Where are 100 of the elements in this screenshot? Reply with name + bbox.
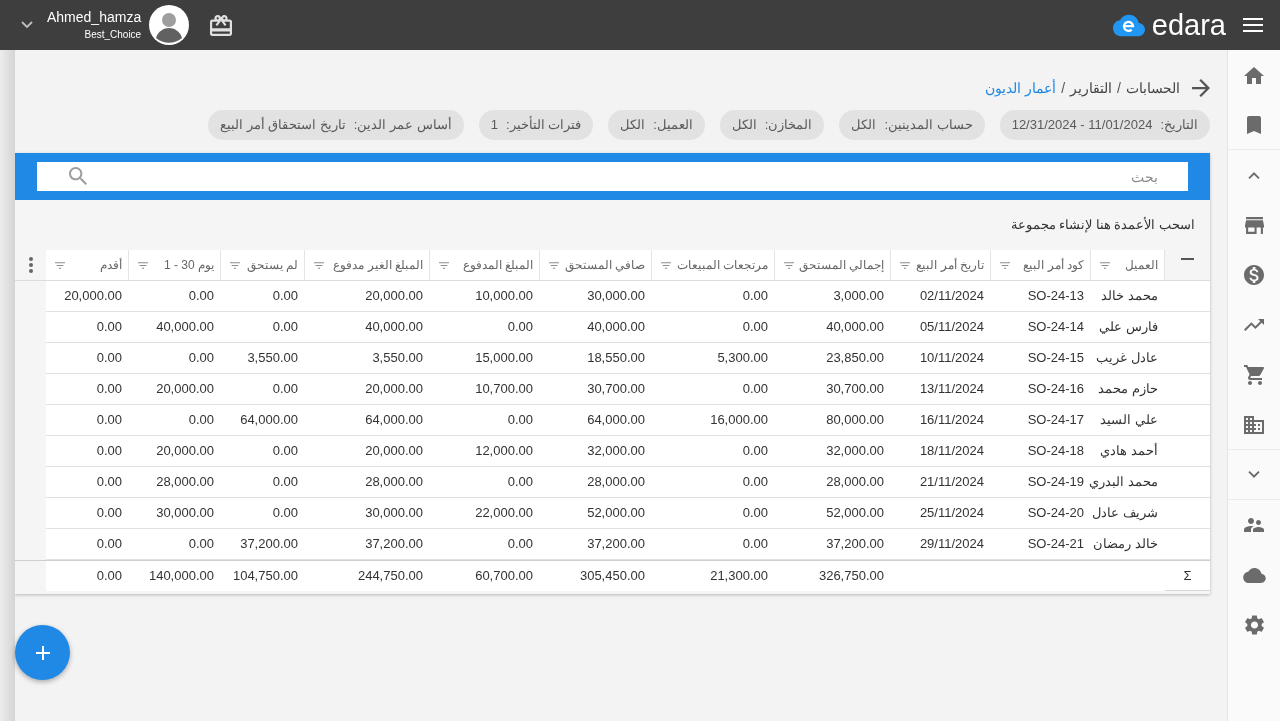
table-cell-text: 20,000.00 xyxy=(155,380,215,399)
building-icon[interactable] xyxy=(1244,415,1264,434)
table-cell-text: 5,300.00 xyxy=(716,349,769,368)
table-cell-text: 28,000.00 xyxy=(155,473,215,492)
column-header[interactable]: لم يستحق xyxy=(221,250,305,280)
table-cell-text: 0.00 xyxy=(95,535,123,554)
table-cell-text: 10,000.00 xyxy=(474,287,534,306)
table-cell-text: 37,200.00 xyxy=(586,535,646,554)
filter-icon[interactable] xyxy=(138,261,148,269)
column-header[interactable]: تاريخ أمر البيع xyxy=(891,250,991,280)
filter-chip[interactable]: المخازن: الكل xyxy=(719,110,825,140)
sum-label: Σ xyxy=(1165,561,1210,591)
column-header[interactable]: المبلغ المدفوع xyxy=(430,250,540,280)
table-cell-text: 18/11/2024 xyxy=(918,442,985,461)
table-cell-text: محمد خالد xyxy=(1100,287,1159,306)
filter-icon[interactable] xyxy=(230,261,240,269)
filter-chip[interactable]: العميل: الكل xyxy=(608,110,705,140)
table-cell-text: 30,000.00 xyxy=(364,504,424,523)
gift-icon[interactable] xyxy=(210,14,233,36)
total-cell-text: 104,750.00 xyxy=(231,567,299,586)
filter-chip[interactable]: أساس عمر الدين: تاريخ استحقاق أمر البيع xyxy=(208,110,464,140)
trending-up-icon[interactable] xyxy=(1244,319,1264,331)
filter-icon[interactable] xyxy=(549,261,559,269)
column-header[interactable]: أقدم xyxy=(46,250,129,280)
table-cell-text: SO-24-20 xyxy=(1026,504,1085,523)
column-header[interactable]: العميل xyxy=(1091,250,1165,280)
breadcrumb-link[interactable]: الحسابات xyxy=(1126,77,1180,99)
add-button[interactable] xyxy=(15,625,70,680)
table-cell-text: 30,000.00 xyxy=(586,287,646,306)
filter-icon[interactable] xyxy=(784,261,794,269)
people-icon[interactable] xyxy=(1244,518,1264,532)
filter-icon[interactable] xyxy=(1000,261,1010,269)
table-cell-text: عادل غريب xyxy=(1095,349,1159,368)
table-cell-text: 0.00 xyxy=(271,473,299,492)
search-icon[interactable] xyxy=(69,167,87,185)
home-icon[interactable] xyxy=(1244,66,1264,84)
breadcrumb-link[interactable]: أعمار الديون xyxy=(985,77,1057,99)
dollar-icon[interactable] xyxy=(1244,265,1264,285)
store-icon[interactable] xyxy=(1244,216,1264,234)
table-cell-text: 25/11/2024 xyxy=(918,504,985,523)
search-field[interactable]: بحث xyxy=(37,162,1188,191)
table-cell-text: 02/11/2024 xyxy=(918,287,985,306)
table-cell-text: 16,000.00 xyxy=(709,411,769,430)
table-cell-text: 0.00 xyxy=(95,318,123,337)
total-cell-text: 60,700.00 xyxy=(474,567,534,586)
column-header[interactable]: مرتجعات المبيعات xyxy=(652,250,775,280)
company-name: Best_Choice xyxy=(84,29,142,41)
table-cell-text: 0.00 xyxy=(95,504,123,523)
table-cell-text: SO-24-16 xyxy=(1026,380,1085,399)
table-cell-text: 05/11/2024 xyxy=(918,318,985,337)
table-cell-text: SO-24-15 xyxy=(1026,349,1085,368)
menu-icon[interactable] xyxy=(1243,18,1263,32)
breadcrumb-link[interactable]: التقارير xyxy=(1070,77,1113,99)
table-cell-text: 0.00 xyxy=(741,318,769,337)
user-avatar[interactable] xyxy=(149,5,190,45)
total-cell-text: 21,300.00 xyxy=(709,567,769,586)
table-cell-text: 32,000.00 xyxy=(586,442,646,461)
filter-icon[interactable] xyxy=(900,261,910,269)
table-cell-text: 3,550.00 xyxy=(371,349,424,368)
settings-icon[interactable] xyxy=(1244,615,1264,635)
user-name[interactable]: Ahmed_hamza xyxy=(47,9,142,25)
table-cell-text: فارس علي xyxy=(1098,318,1159,337)
arrow-right-icon[interactable] xyxy=(1192,79,1210,97)
table-cell-text: 23,850.00 xyxy=(825,349,885,368)
table-cell-text: 0.00 xyxy=(741,287,769,306)
table-cell-text: حازم محمد xyxy=(1097,380,1159,399)
filter-icon[interactable] xyxy=(439,261,449,269)
table-cell-text: 0.00 xyxy=(95,442,123,461)
column-menu-icon[interactable] xyxy=(28,257,33,273)
column-header[interactable]: كود أمر البيع xyxy=(991,250,1091,280)
chevron-down-icon[interactable] xyxy=(1248,471,1260,478)
cloud-icon[interactable] xyxy=(1242,567,1266,583)
table-cell-text: 0.00 xyxy=(506,318,534,337)
chevron-down-icon[interactable] xyxy=(21,21,33,29)
table-cell-text: 0.00 xyxy=(271,318,299,337)
filter-chip[interactable]: حساب المدينين: الكل xyxy=(839,110,985,140)
filter-icon[interactable] xyxy=(314,261,324,269)
table-cell-text: 12,000.00 xyxy=(474,442,534,461)
total-cell-text: 305,450.00 xyxy=(578,567,646,586)
chevron-up-icon[interactable] xyxy=(1248,171,1260,179)
table-cell-text: 21/11/2024 xyxy=(918,473,985,492)
table-cell-text: 64,000.00 xyxy=(586,411,646,430)
table-cell-text: خالد رمضان xyxy=(1092,535,1159,554)
table-cell-text: 64,000.00 xyxy=(364,411,424,430)
table-cell-text: 0.00 xyxy=(187,535,215,554)
table-cell-text: 28,000.00 xyxy=(586,473,646,492)
column-header[interactable]: إجمالي المستحق xyxy=(775,250,891,280)
table-cell-text: 0.00 xyxy=(506,535,534,554)
shopping-cart-icon[interactable] xyxy=(1243,365,1265,385)
table-cell-text: 80,000.00 xyxy=(825,411,885,430)
column-header[interactable]: صافي المستحق xyxy=(540,250,652,280)
filter-icon[interactable] xyxy=(661,261,671,269)
column-header[interactable]: المبلغ الغير مدفوع xyxy=(305,250,430,280)
group-hint: اسحب الأعمدة هنا لإنشاء مجموعة xyxy=(1010,216,1195,235)
bookmark-icon[interactable] xyxy=(1247,115,1261,134)
breadcrumb-separator: / xyxy=(1061,78,1066,98)
column-header[interactable]: 1 - 30 يوم xyxy=(129,250,221,280)
filter-icon[interactable] xyxy=(55,261,65,269)
table-cell-text: 37,200.00 xyxy=(364,535,424,554)
filter-icon[interactable] xyxy=(1100,261,1110,269)
